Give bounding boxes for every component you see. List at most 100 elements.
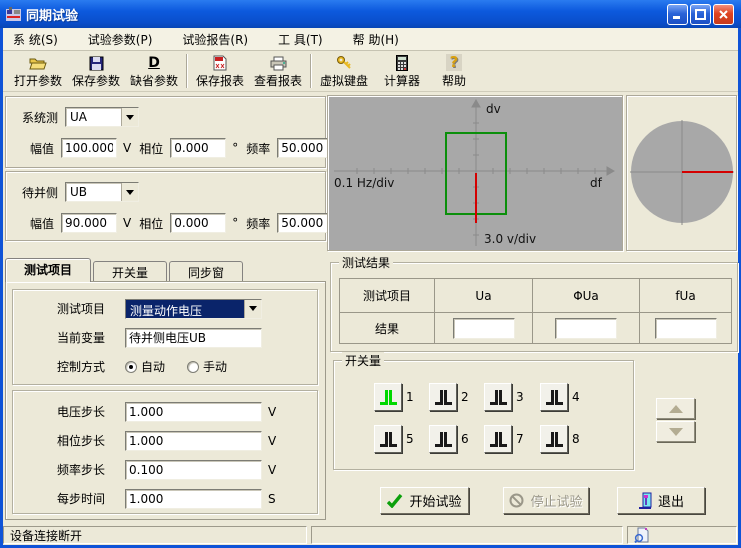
help-button[interactable]: ? 帮助 <box>431 52 477 90</box>
results-header-f-ua: fUa <box>640 279 732 313</box>
switch-button-6[interactable] <box>429 425 457 453</box>
results-row-label: 结果 <box>340 313 435 344</box>
phase-gauge <box>626 95 737 251</box>
results-group: 测试结果 测试项目 Ua ΦUa fUa 结果 <box>330 262 738 352</box>
system-channel-value: UA <box>66 108 121 126</box>
excel-report-icon <box>213 54 227 71</box>
result-f-ua-input[interactable] <box>655 318 717 339</box>
test-settings-group: 测试项目 测量动作电压 当前变量 控制方式 自动 手动 <box>12 289 318 385</box>
close-icon <box>718 9 729 20</box>
chevron-down-icon[interactable] <box>244 300 261 318</box>
results-header-phi-ua: ΦUa <box>533 279 640 313</box>
close-button[interactable] <box>713 4 734 25</box>
status-message: 设备连接断开 <box>3 526 307 544</box>
stop-test-label: 停止试验 <box>530 491 582 510</box>
maximize-icon <box>695 9 706 20</box>
menu-tools[interactable]: 工 具(T) <box>276 29 325 50</box>
test-item-select[interactable]: 测量动作电压 <box>125 299 262 319</box>
voltage-step-input[interactable] <box>125 402 262 422</box>
system-frequency-input[interactable] <box>277 138 333 158</box>
status-section-icon <box>627 526 737 544</box>
radio-auto[interactable] <box>125 361 137 373</box>
step-settings-group: 电压步长 V 相位步长 V 频率步长 V 每步时间 S <box>12 390 318 514</box>
open-params-button[interactable]: 打开参数 <box>9 52 67 90</box>
system-phase-input[interactable] <box>170 138 226 158</box>
results-header-item: 测试项目 <box>340 279 435 313</box>
frequency-step-input[interactable] <box>125 460 262 480</box>
standby-phase-input[interactable] <box>170 213 226 233</box>
frequency-step-label: 频率步长 <box>57 461 125 478</box>
exit-button[interactable]: 退出 <box>617 487 705 514</box>
switch-button-3[interactable] <box>484 383 512 411</box>
standby-channel-select[interactable]: UB <box>65 182 139 202</box>
results-table: 测试项目 Ua ΦUa fUa 结果 <box>339 278 732 344</box>
start-test-button[interactable]: 开始试验 <box>380 487 469 514</box>
menu-help[interactable]: 帮 助(H) <box>351 29 401 50</box>
menu-system[interactable]: 系 统(S) <box>11 29 60 50</box>
scroll-up-button[interactable] <box>656 398 695 419</box>
exit-door-icon <box>638 492 652 509</box>
step-time-input[interactable] <box>125 489 262 509</box>
switch-contact-icon <box>546 432 563 447</box>
minimize-button[interactable] <box>667 4 688 25</box>
system-amplitude-input[interactable] <box>61 138 117 158</box>
printer-icon <box>270 54 287 71</box>
switch-button-2[interactable] <box>429 383 457 411</box>
check-icon <box>387 494 403 508</box>
open-folder-icon <box>29 54 47 71</box>
menu-test-params[interactable]: 试验参数(P) <box>86 29 155 50</box>
results-legend: 测试结果 <box>339 254 393 271</box>
current-variable-input[interactable] <box>125 328 262 348</box>
amplitude-unit: V <box>123 141 131 155</box>
phase-unit: ° <box>232 216 238 230</box>
gauge-canvas <box>627 96 736 250</box>
switch-button-5[interactable] <box>374 425 402 453</box>
switch-button-4[interactable] <box>540 383 568 411</box>
plot-y-axis-label: dv <box>486 102 501 116</box>
standby-amplitude-input[interactable] <box>61 213 117 233</box>
default-params-button[interactable]: D 缺省参数 <box>125 52 183 90</box>
standby-frequency-input[interactable] <box>277 213 333 233</box>
maximize-button[interactable] <box>690 4 711 25</box>
tab-test-items[interactable]: 测试项目 <box>5 258 91 282</box>
voltage-step-label: 电压步长 <box>57 403 125 420</box>
calculator-button[interactable]: 计算器 <box>373 52 431 90</box>
radio-manual[interactable] <box>187 361 199 373</box>
system-channel-select[interactable]: UA <box>65 107 139 127</box>
tab-sync-window[interactable]: 同步窗 <box>169 261 243 282</box>
toolbar-separator <box>310 54 312 88</box>
switch-contact-icon <box>490 432 507 447</box>
main-area: 系统测 UA 幅值 V 相位 ° 频率 Hz 待并侧 <box>3 92 738 525</box>
arrow-down-icon <box>669 428 683 436</box>
view-report-button[interactable]: 查看报表 <box>249 52 307 90</box>
switch-button-7[interactable] <box>484 425 512 453</box>
switches-group: 开关量 1 2 3 4 5 6 <box>333 360 634 470</box>
step-time-label: 每步时间 <box>57 490 125 507</box>
switch-contact-icon <box>435 390 452 405</box>
save-report-button[interactable]: 保存报表 <box>191 52 249 90</box>
switch-number: 7 <box>516 432 524 446</box>
save-params-button[interactable]: 保存参数 <box>67 52 125 90</box>
title-bar[interactable]: 同期试验 <box>0 0 741 28</box>
tab-switches[interactable]: 开关量 <box>93 261 167 282</box>
chevron-down-icon[interactable] <box>121 183 138 201</box>
result-phi-ua-input[interactable] <box>555 318 617 339</box>
exit-label: 退出 <box>658 491 684 510</box>
scroll-down-button[interactable] <box>656 421 695 442</box>
switch-number: 8 <box>572 432 580 446</box>
result-ua-input[interactable] <box>453 318 515 339</box>
status-bar: 设备连接断开 <box>3 525 738 545</box>
chevron-down-icon[interactable] <box>121 108 138 126</box>
switch-button-1[interactable] <box>374 383 402 411</box>
switch-contact-icon <box>380 432 397 447</box>
switch-button-8[interactable] <box>540 425 568 453</box>
phase-step-label: 相位步长 <box>57 432 125 449</box>
menu-test-report[interactable]: 试验报告(R) <box>180 29 250 50</box>
virtual-keyboard-button[interactable]: 虚拟键盘 <box>315 52 373 90</box>
frequency-step-unit: V <box>268 463 276 477</box>
phase-step-input[interactable] <box>125 431 262 451</box>
standby-side-label: 待并侧 <box>22 184 58 201</box>
arrow-up-icon <box>669 405 683 413</box>
tab-page-test-items: 测试项目 测量动作电压 当前变量 控制方式 自动 手动 <box>5 281 326 520</box>
frequency-label: 频率 <box>246 215 270 232</box>
